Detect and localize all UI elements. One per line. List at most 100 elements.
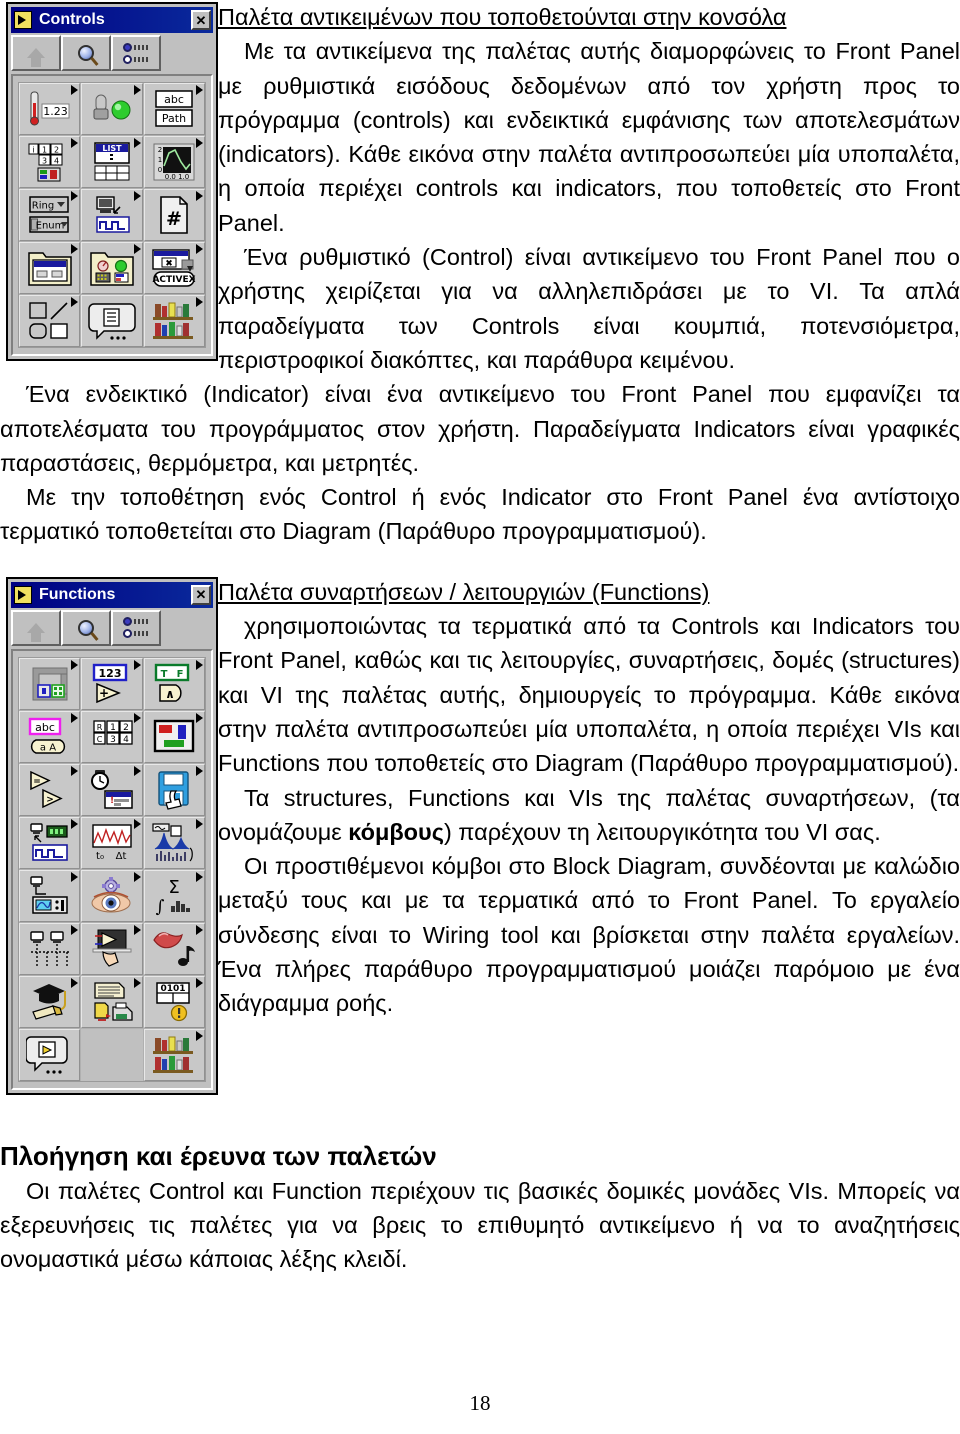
palette-cell-structures[interactable] <box>19 657 81 710</box>
svg-text:t₀: t₀ <box>96 851 104 862</box>
submenu-arrow-icon <box>133 85 141 95</box>
palette-cell-select-control[interactable] <box>81 295 143 347</box>
view-options-button[interactable] <box>111 609 161 646</box>
submenu-arrow-icon <box>71 712 79 723</box>
svg-text:!: ! <box>110 796 114 806</box>
palette-cell-analyze[interactable] <box>143 816 205 869</box>
palette-cell-report-generation[interactable] <box>81 975 143 1028</box>
palette-cell-waveform[interactable]: t₀ Δt <box>81 816 143 869</box>
palette-cell-list-and-table[interactable]: LIST <box>81 136 143 188</box>
palette-cell-file-io[interactable] <box>143 763 205 816</box>
palette-cell-comparison-2[interactable]: = > <box>19 763 81 816</box>
up-arrow-icon <box>27 622 45 642</box>
search-button[interactable] <box>61 609 111 646</box>
functions-palette-grid: 123 + T F ∧ abc a A R C 1 2 3 4 = > ! t₀… <box>18 656 206 1082</box>
palette-cell-numeric[interactable]: 123 + <box>81 657 143 710</box>
submenu-arrow-icon <box>71 138 79 148</box>
svg-text:3: 3 <box>110 735 116 745</box>
svg-text:1: 1 <box>158 156 162 164</box>
palette-cell-dialog-controls[interactable] <box>19 242 81 294</box>
palette-cell-application-control[interactable] <box>81 922 143 975</box>
close-icon[interactable]: ✕ <box>191 584 211 605</box>
controls-palette-window[interactable]: Controls ✕ 1.23 abc Path i 1 2 3 4 LIST … <box>6 2 218 361</box>
palette-cell-data-acquisition[interactable] <box>19 816 81 869</box>
close-icon[interactable]: ✕ <box>191 10 211 30</box>
palette-cell-user-libraries[interactable] <box>143 1028 205 1081</box>
palette-cell-instrument-io[interactable] <box>19 869 81 922</box>
palette-cell-ring-and-enum[interactable]: Ring Enum <box>19 189 81 241</box>
radio-list-icon <box>122 42 150 64</box>
up-one-level-button[interactable] <box>11 35 61 71</box>
palette-cell-user-controls[interactable] <box>143 295 205 347</box>
controls-palette-grid: 1.23 abc Path i 1 2 3 4 LIST 2 1 0 0.0 1… <box>18 82 206 348</box>
palette-cell-io[interactable] <box>81 189 143 241</box>
svg-text:abc: abc <box>164 93 184 106</box>
functions-palette-grid-area: 123 + T F ∧ abc a A R C 1 2 3 4 = > ! t₀… <box>11 648 213 1090</box>
palette-cell-boolean[interactable] <box>81 83 143 135</box>
palette-cell-tutorial[interactable] <box>19 975 81 1028</box>
svg-text:R: R <box>97 723 103 732</box>
palette-cell-time-and-dialog[interactable]: ! <box>81 763 143 816</box>
palette-cell-graphics-and-sound[interactable] <box>143 922 205 975</box>
svg-text:∧: ∧ <box>165 687 175 701</box>
palette-cell-communication[interactable] <box>19 922 81 975</box>
svg-text:>: > <box>46 795 54 805</box>
submenu-arrow-icon <box>71 871 79 882</box>
svg-text:4: 4 <box>123 735 129 745</box>
navigation-paragraph-1: Οι παλέτες Control και Function περιέχου… <box>0 1177 960 1273</box>
submenu-arrow-icon <box>71 85 79 95</box>
submenu-arrow-icon <box>195 659 203 670</box>
search-button[interactable] <box>61 35 111 71</box>
document-page: Controls ✕ 1.23 abc Path i 1 2 3 4 LIST … <box>0 0 960 1434</box>
palette-cell-comparison[interactable] <box>143 710 205 763</box>
submenu-arrow-icon <box>133 977 141 988</box>
palette-cell-string-and-path[interactable]: abc Path <box>143 83 205 135</box>
submenu-arrow-icon <box>195 871 203 882</box>
palette-cell-boolean[interactable]: T F ∧ <box>143 657 205 710</box>
submenu-arrow-icon <box>71 924 79 935</box>
submenu-arrow-icon <box>195 765 203 776</box>
svg-text:T: T <box>161 669 168 680</box>
functions-palette-window[interactable]: Functions ✕ 123 + T F ∧ abc a A R C 1 2 … <box>6 576 218 1095</box>
functions-palette-toolbar <box>11 609 213 646</box>
up-one-level-button[interactable] <box>11 609 61 646</box>
svg-text:1.23: 1.23 <box>43 105 68 118</box>
radio-list-icon <box>122 617 150 639</box>
svg-text:a A: a A <box>40 742 56 753</box>
palette-cell-numeric[interactable]: 1.23 <box>19 83 81 135</box>
submenu-arrow-icon <box>133 659 141 670</box>
labview-vi-icon <box>14 11 32 29</box>
svg-text:=: = <box>33 777 41 787</box>
submenu-arrow-icon <box>133 244 141 254</box>
svg-text:2: 2 <box>158 146 162 154</box>
svg-text:Enum: Enum <box>35 221 64 232</box>
submenu-arrow-icon <box>71 765 79 776</box>
controls-palette-title: Controls <box>39 11 105 28</box>
svg-text:1: 1 <box>42 146 47 155</box>
palette-cell-graph[interactable]: 2 1 0 0.0 1.0 <box>143 136 205 188</box>
palette-cell-decorations[interactable] <box>19 295 81 347</box>
palette-cell-array-and-cluster[interactable]: i 1 2 3 4 <box>19 136 81 188</box>
view-options-button[interactable] <box>111 35 161 71</box>
submenu-arrow-icon <box>71 244 79 254</box>
submenu-arrow-icon <box>195 244 203 254</box>
svg-text:✖: ✖ <box>166 259 174 269</box>
toolbar-filler <box>161 35 213 71</box>
page-number: 18 <box>469 1391 491 1415</box>
palette-cell-select-vi[interactable] <box>19 1028 81 1081</box>
submenu-arrow-icon <box>133 818 141 829</box>
submenu-arrow-icon <box>195 924 203 935</box>
palette-cell-string[interactable]: abc a A <box>19 710 81 763</box>
palette-cell-motion-and-vision[interactable] <box>81 869 143 922</box>
palette-cell-activex[interactable]: ✖ ACTIVEX <box>143 242 205 294</box>
palette-cell-advanced[interactable]: 0101 <box>143 975 205 1028</box>
labview-vi-icon <box>14 585 32 604</box>
submenu-arrow-icon <box>195 818 203 829</box>
toolbar-filler <box>161 609 213 646</box>
palette-cell-classic-controls[interactable] <box>81 242 143 294</box>
submenu-arrow-icon <box>71 977 79 988</box>
svg-text:123: 123 <box>99 667 122 680</box>
palette-cell-mathematics[interactable]: Σ ∫ <box>143 869 205 922</box>
palette-cell-refnum[interactable]: # <box>143 189 205 241</box>
palette-cell-array-and-cluster[interactable]: R C 1 2 3 4 <box>81 710 143 763</box>
